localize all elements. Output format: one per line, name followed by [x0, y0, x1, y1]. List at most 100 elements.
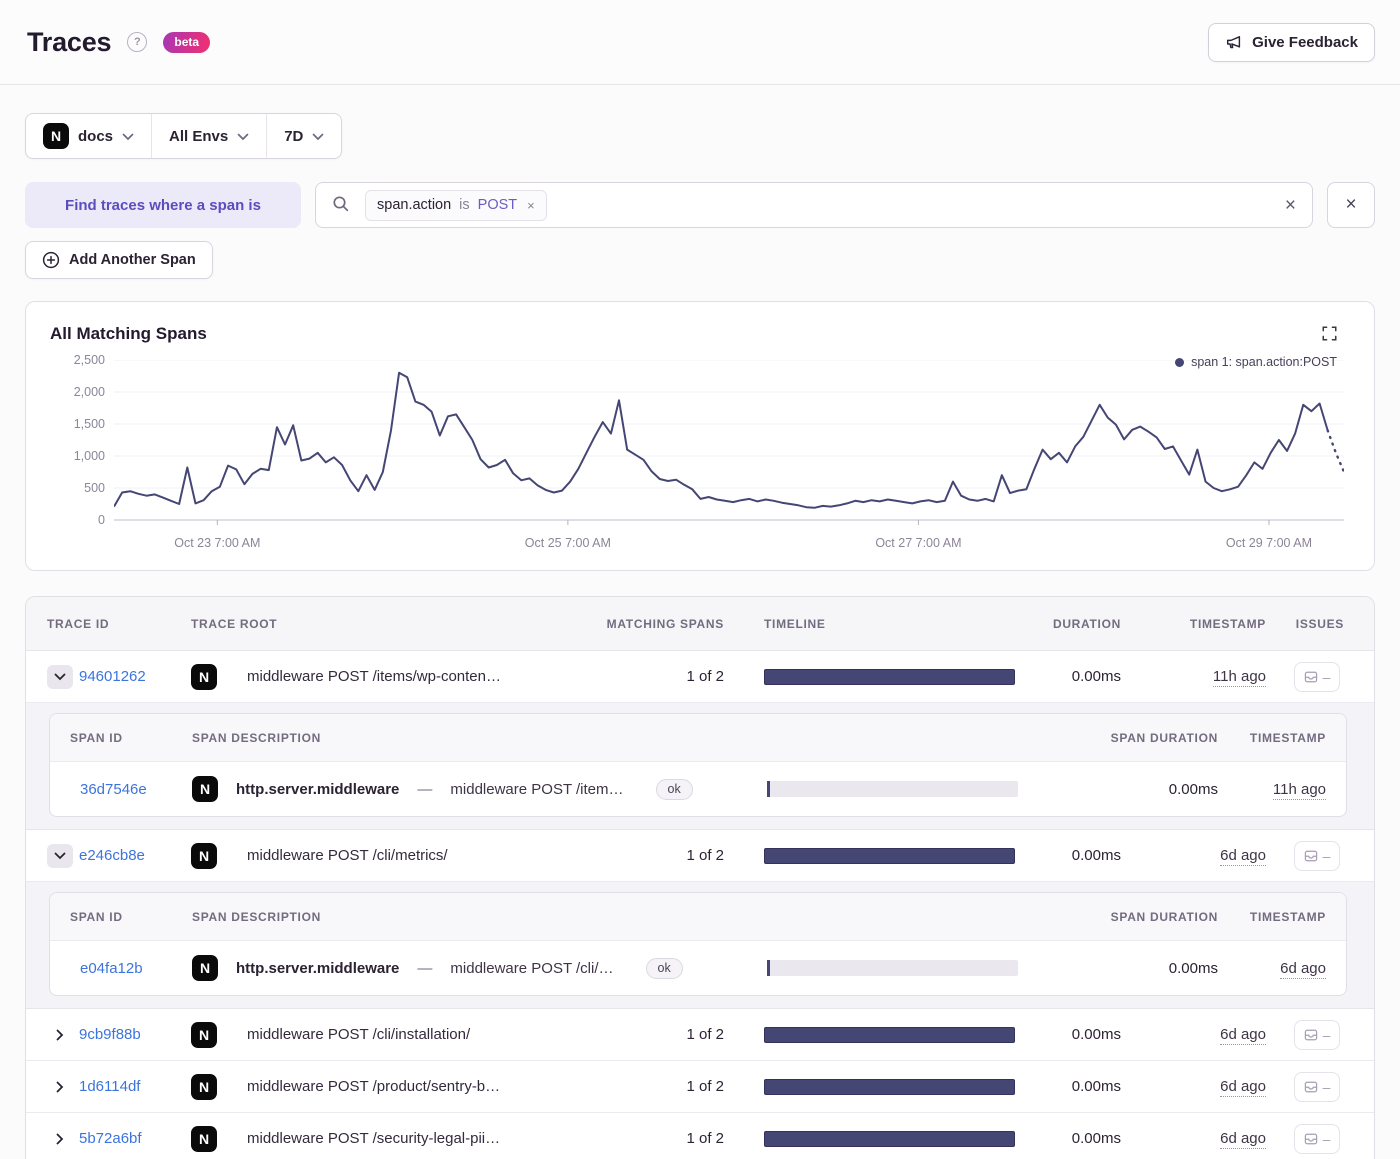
y-axis-labels: 2,500 2,000 1,500 1,000 500 0	[50, 353, 114, 527]
line-chart-svg[interactable]	[114, 360, 1344, 526]
nextjs-platform-icon: N	[191, 1073, 217, 1100]
remove-span-query-button[interactable]: ×	[1327, 182, 1375, 228]
token-key: span.action	[377, 197, 452, 213]
token-operator: is	[459, 197, 470, 213]
issues-empty-dash: –	[1322, 847, 1331, 864]
x-axis-ticks	[217, 520, 1269, 525]
environment-selector-label: All Envs	[169, 127, 229, 145]
date-range-label: 7D	[284, 127, 304, 145]
add-another-span-button[interactable]: Add Another Span	[25, 241, 213, 279]
span-row: e04fa12b N http.server.middleware — midd…	[50, 941, 1346, 995]
trace-issues-button[interactable]: –	[1294, 1071, 1340, 1102]
token-remove-icon[interactable]: ×	[525, 198, 535, 213]
trace-issues-button[interactable]: –	[1294, 1019, 1340, 1050]
nextjs-platform-icon: N	[192, 955, 218, 981]
chevron-down-icon	[122, 128, 134, 145]
span-table-header-row: SPAN ID SPAN DESCRIPTION SPAN DURATION T…	[50, 893, 1346, 941]
date-range-selector[interactable]: 7D	[266, 114, 341, 158]
span-search-input[interactable]: span.action is POST × ×	[315, 182, 1313, 228]
column-header-duration: DURATION	[1052, 616, 1121, 631]
page-content: N docs All Envs 7D Find traces where a s…	[0, 85, 1400, 1159]
trace-issues-button[interactable]: –	[1294, 1123, 1340, 1154]
column-header-timestamp: TIMESTAMP	[1189, 616, 1266, 631]
trace-root-text: middleware POST /product/sentry-b…	[247, 1078, 501, 1095]
column-header-span-id: SPAN ID	[70, 730, 123, 745]
expand-trace-chevron[interactable]	[47, 1075, 73, 1099]
chart-plot-area: 2,500 2,000 1,500 1,000 500 0	[50, 353, 1344, 530]
span-table-header-row: SPAN ID SPAN DESCRIPTION SPAN DURATION T…	[50, 714, 1346, 762]
issues-icon	[1304, 1029, 1317, 1040]
chevron-down-icon	[312, 128, 324, 145]
trace-timeline-bar	[764, 1130, 1015, 1147]
search-token-span-action[interactable]: span.action is POST ×	[365, 189, 547, 221]
legend-series-label: span 1: span.action:POST	[1191, 355, 1337, 369]
trace-row: 9cb9f88b N middleware POST /cli/installa…	[26, 1009, 1374, 1061]
trace-id-link[interactable]: 1d6114df	[79, 1078, 191, 1095]
collapse-trace-chevron[interactable]	[47, 664, 73, 689]
matching-spans-count: 1 of 2	[686, 1130, 724, 1147]
column-header-span-duration: SPAN DURATION	[1110, 909, 1218, 924]
span-operation: http.server.middleware	[236, 780, 400, 798]
find-traces-label: Find traces where a span is	[25, 182, 301, 228]
series-line-dashed-tail	[1328, 430, 1344, 472]
column-header-span-timestamp: TIMESTAMP	[1249, 730, 1326, 745]
trace-duration: 0.00ms	[1071, 847, 1121, 864]
chart-legend[interactable]: span 1: span.action:POST	[1175, 355, 1337, 369]
environment-selector[interactable]: All Envs	[151, 114, 266, 158]
expand-trace-chevron[interactable]	[47, 1023, 73, 1047]
x-axis-label: Oct 27 7:00 AM	[875, 536, 962, 550]
give-feedback-button[interactable]: Give Feedback	[1208, 22, 1375, 62]
span-separator: —	[417, 780, 433, 798]
table-header-row: TRACE ID TRACE ROOT MATCHING SPANS TIMEL…	[26, 597, 1374, 651]
trace-timestamp: 6d ago	[1220, 1078, 1266, 1097]
span-description-text: middleware POST /item…	[450, 780, 624, 798]
trace-timeline-bar	[764, 1026, 1015, 1043]
collapse-trace-chevron[interactable]	[47, 843, 73, 868]
expanded-spans-zone: SPAN ID SPAN DESCRIPTION SPAN DURATION T…	[26, 703, 1374, 830]
trace-timeline-bar	[764, 668, 1015, 685]
matching-spans-count: 1 of 2	[686, 668, 724, 685]
nextjs-platform-icon: N	[191, 1125, 217, 1152]
nextjs-platform-icon: N	[191, 663, 217, 690]
span-description-cell: N http.server.middleware — middleware PO…	[192, 776, 767, 802]
token-value: POST	[477, 197, 518, 213]
issues-icon	[1304, 1133, 1317, 1144]
help-icon[interactable]: ?	[127, 32, 148, 52]
y-axis-label: 500	[84, 481, 105, 495]
search-clear-icon[interactable]: ×	[1285, 196, 1296, 215]
span-id-link[interactable]: 36d7546e	[70, 781, 192, 798]
legend-series-dot	[1175, 357, 1185, 367]
x-axis-label: Oct 23 7:00 AM	[174, 536, 261, 550]
project-selector[interactable]: N docs	[26, 114, 151, 158]
span-timeline-bar	[767, 960, 1018, 976]
span-timeline-bar	[767, 781, 1018, 797]
trace-id-link[interactable]: 94601262	[79, 668, 191, 685]
spans-sub-table: SPAN ID SPAN DESCRIPTION SPAN DURATION T…	[49, 713, 1347, 817]
time-series-plot[interactable]	[114, 360, 1344, 530]
trace-id-link[interactable]: e246cb8e	[79, 847, 191, 864]
trace-timestamp: 6d ago	[1220, 1130, 1266, 1149]
chevron-down-icon	[237, 128, 249, 145]
fullscreen-icon[interactable]	[1322, 326, 1337, 345]
beta-badge: beta	[163, 31, 211, 53]
y-axis-label: 1,000	[73, 449, 105, 463]
search-icon	[332, 195, 349, 216]
span-separator: —	[417, 959, 433, 977]
give-feedback-label: Give Feedback	[1252, 33, 1358, 51]
issues-icon	[1304, 671, 1317, 682]
trace-root-text: middleware POST /cli/installation/	[247, 1026, 471, 1043]
span-duration: 0.00ms	[1168, 780, 1218, 798]
matching-spans-count: 1 of 2	[686, 1026, 724, 1043]
trace-id-link[interactable]: 9cb9f88b	[79, 1026, 191, 1043]
span-row: 36d7546e N http.server.middleware — midd…	[50, 762, 1346, 816]
trace-issues-button[interactable]: –	[1294, 840, 1340, 871]
trace-issues-button[interactable]: –	[1294, 661, 1340, 692]
trace-duration: 0.00ms	[1071, 1130, 1121, 1147]
expand-trace-chevron[interactable]	[47, 1127, 73, 1151]
span-id-link[interactable]: e04fa12b	[70, 960, 192, 977]
spans-sub-table: SPAN ID SPAN DESCRIPTION SPAN DURATION T…	[49, 892, 1347, 996]
trace-id-link[interactable]: 5b72a6bf	[79, 1130, 191, 1147]
span-status-badge: ok	[655, 778, 693, 800]
trace-root-cell: N middleware POST /cli/metrics/	[191, 842, 669, 869]
issues-empty-dash: –	[1322, 1078, 1331, 1095]
